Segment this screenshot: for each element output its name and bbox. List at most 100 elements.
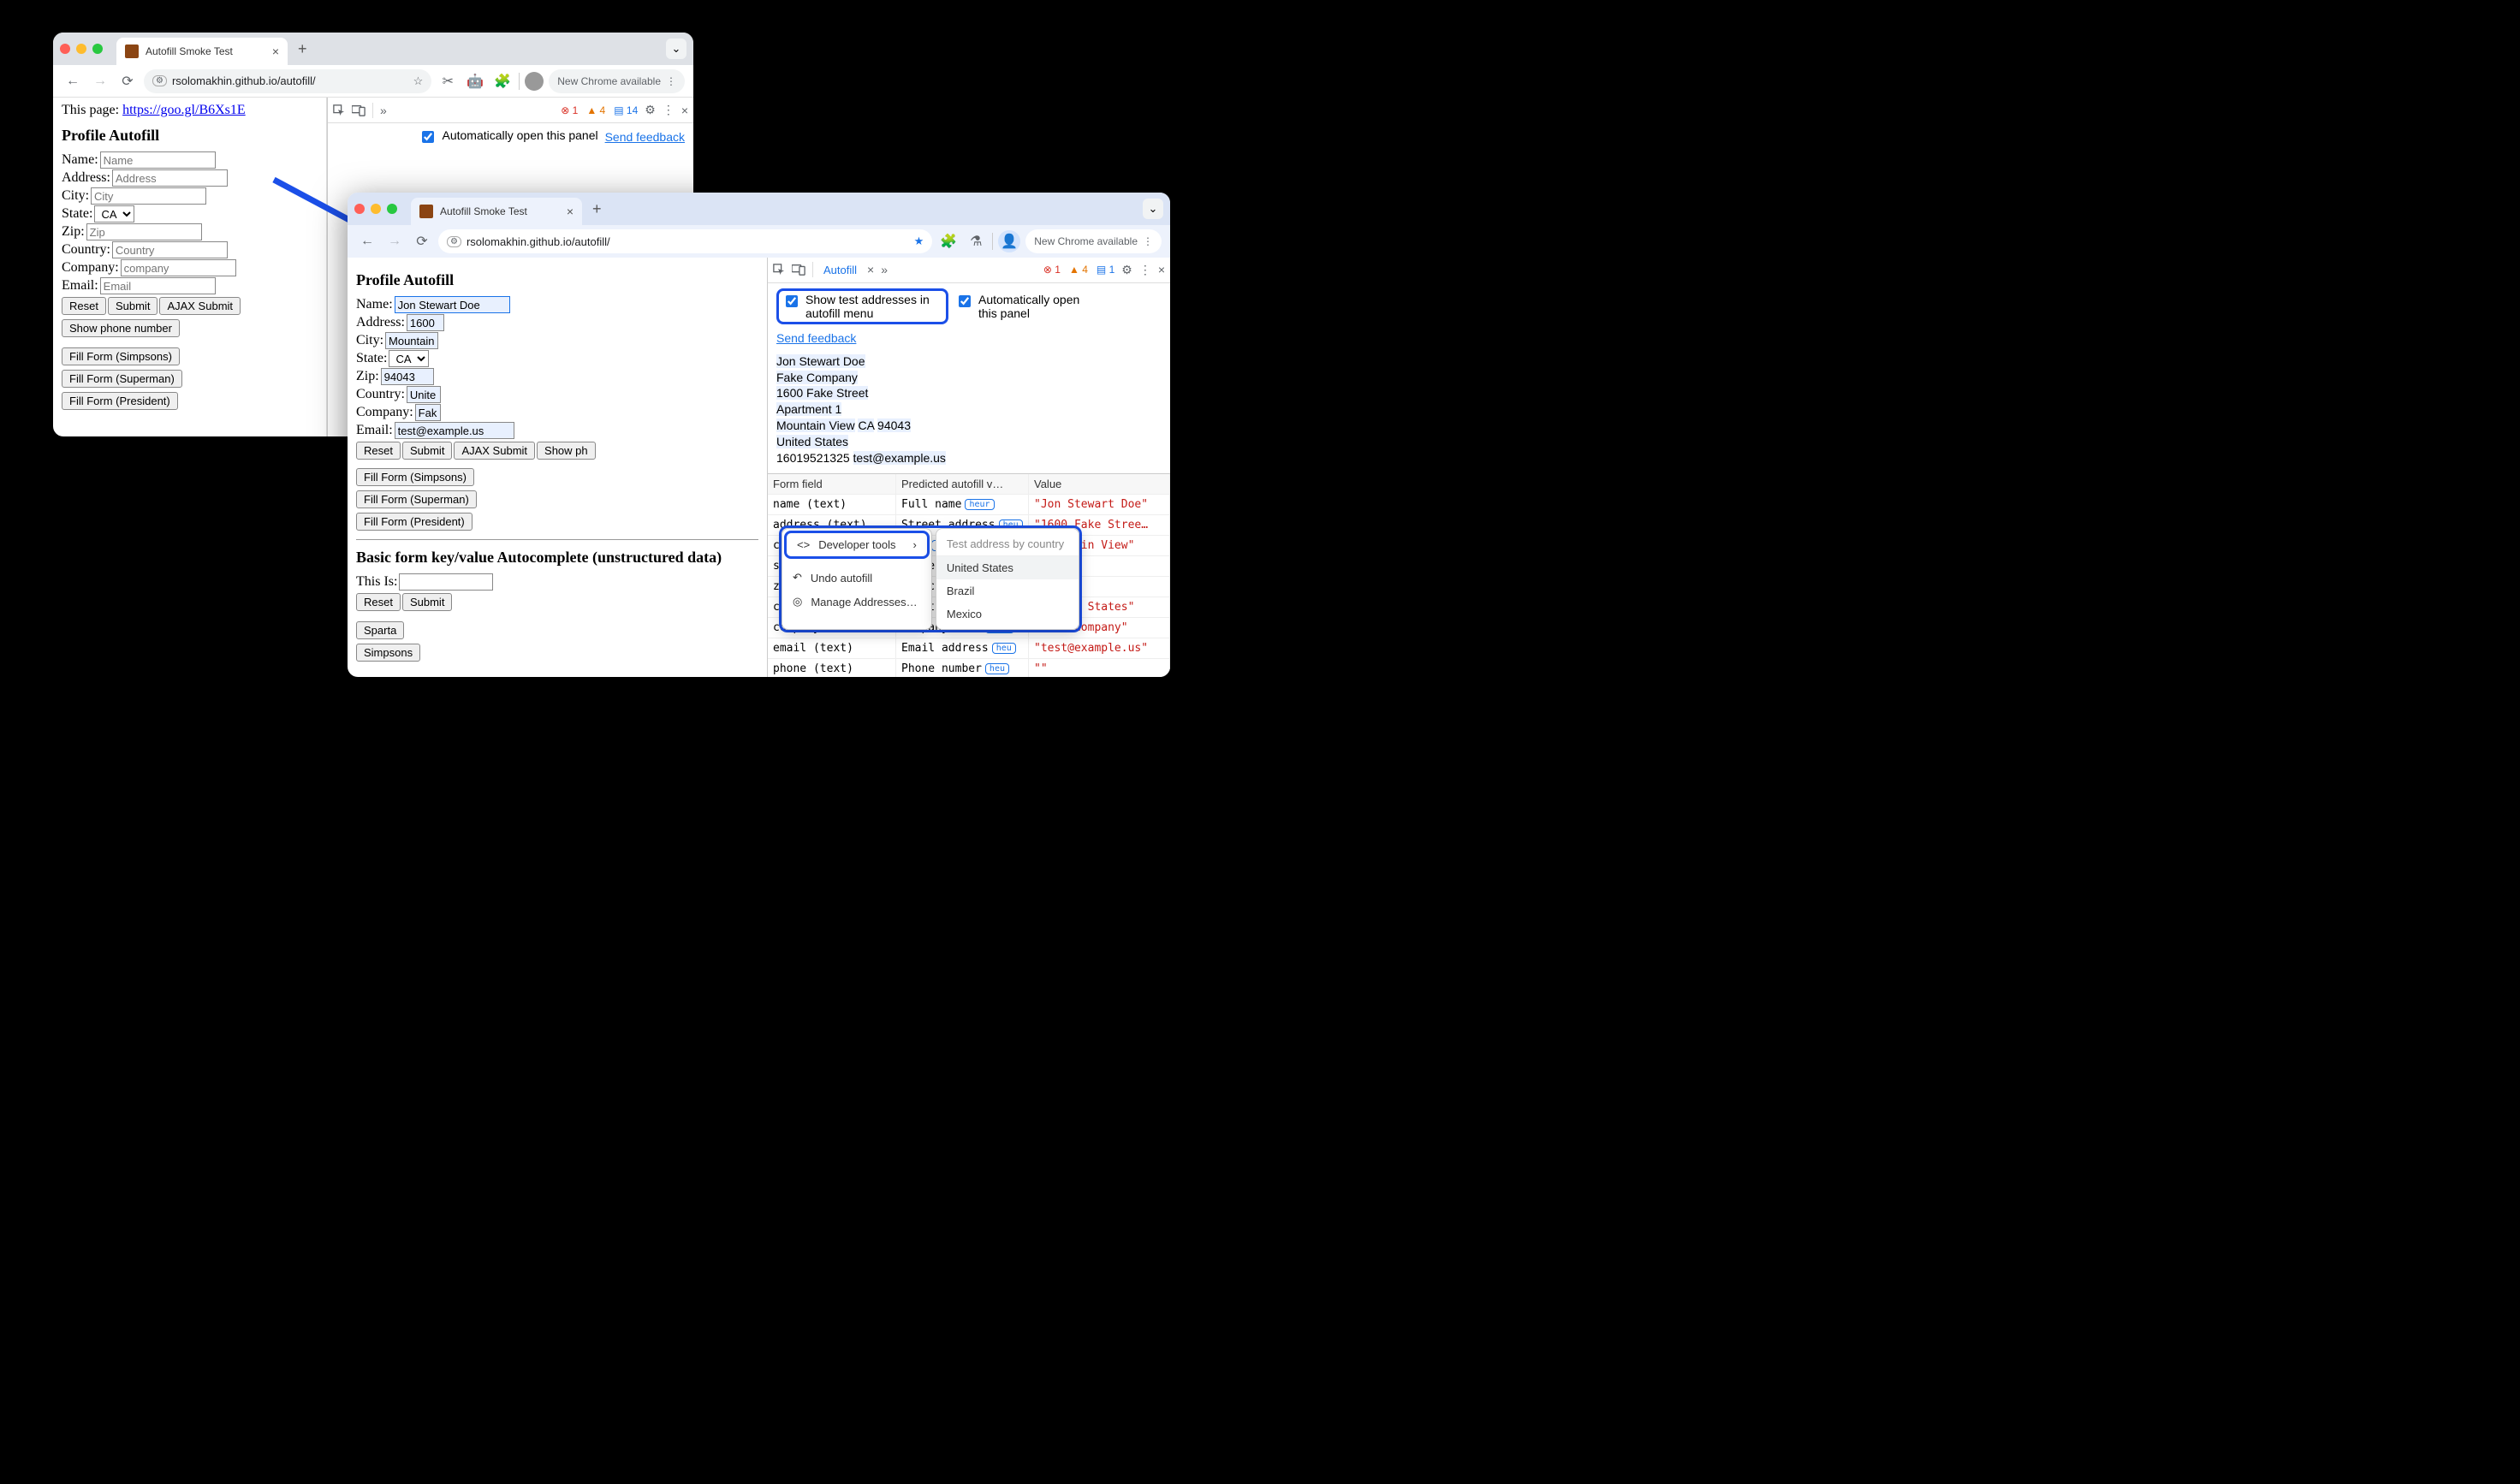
maximize-window-icon[interactable] xyxy=(92,44,103,54)
close-tab-icon[interactable]: × xyxy=(567,205,574,218)
inspect-element-icon[interactable] xyxy=(333,104,345,116)
device-toolbar-icon[interactable] xyxy=(792,264,805,276)
menu-manage-addresses[interactable]: ◎ Manage Addresses… xyxy=(782,590,931,614)
back-button[interactable]: ← xyxy=(62,70,84,92)
name-input[interactable] xyxy=(100,151,216,169)
more-tabs-icon[interactable]: » xyxy=(380,104,387,117)
reset-button[interactable]: Reset xyxy=(356,442,401,460)
sparta-button[interactable]: Sparta xyxy=(356,621,404,639)
address-input[interactable] xyxy=(407,314,444,331)
labs-icon[interactable]: ⚗ xyxy=(965,230,987,252)
new-tab-button[interactable]: + xyxy=(587,200,607,218)
fill-president-button[interactable]: Fill Form (President) xyxy=(62,392,178,410)
address-input[interactable] xyxy=(112,169,228,187)
show-phone-button[interactable]: Show ph xyxy=(537,442,596,460)
extensions-icon[interactable]: 🧩 xyxy=(491,70,514,92)
country-option-us[interactable]: United States xyxy=(936,556,1079,579)
update-chip[interactable]: New Chrome available ⋮ xyxy=(549,69,685,93)
state-select[interactable]: CA xyxy=(94,205,134,223)
reload-button[interactable]: ⟳ xyxy=(116,70,139,92)
forward-button[interactable]: → xyxy=(89,70,111,92)
email-input[interactable] xyxy=(100,277,216,294)
simpsons-button[interactable]: Simpsons xyxy=(356,644,420,662)
country-option-mexico[interactable]: Mexico xyxy=(936,603,1079,626)
name-input[interactable] xyxy=(395,296,510,313)
company-input[interactable] xyxy=(415,404,441,421)
minimize-window-icon[interactable] xyxy=(76,44,86,54)
browser-tab[interactable]: Autofill Smoke Test × xyxy=(116,38,288,65)
table-row[interactable]: phone (text)Phone number heu"" xyxy=(768,659,1170,677)
profile-avatar[interactable] xyxy=(525,72,544,91)
console-status[interactable]: ⊗ 1 ▲ 4 ▤ 14 xyxy=(561,104,638,116)
zip-input[interactable] xyxy=(381,368,434,385)
cut-icon[interactable]: ✂ xyxy=(437,70,459,92)
auto-open-checkbox[interactable] xyxy=(422,131,434,143)
robot-icon[interactable]: 🤖 xyxy=(464,70,486,92)
menu-undo-autofill[interactable]: ↶ Undo autofill xyxy=(782,566,931,590)
send-feedback-link[interactable]: Send feedback xyxy=(776,331,856,345)
show-test-addresses-checkbox[interactable] xyxy=(786,295,798,307)
forward-button[interactable]: → xyxy=(383,230,406,252)
console-status[interactable]: ⊗ 1 ▲ 4 ▤ 1 xyxy=(1043,264,1114,276)
zip-input[interactable] xyxy=(86,223,202,240)
fill-simpsons-button[interactable]: Fill Form (Simpsons) xyxy=(62,347,180,365)
extensions-icon[interactable]: 🧩 xyxy=(937,230,960,252)
close-devtools-icon[interactable]: × xyxy=(681,104,688,117)
ajax-submit-button[interactable]: AJAX Submit xyxy=(454,442,535,460)
devtools-tab-autofill[interactable]: Autofill xyxy=(820,264,860,276)
submit-button-2[interactable]: Submit xyxy=(402,593,452,611)
new-tab-button[interactable]: + xyxy=(293,40,312,58)
country-input[interactable] xyxy=(112,241,228,258)
inspect-element-icon[interactable] xyxy=(773,264,785,276)
devtools-menu-icon[interactable]: ⋮ xyxy=(663,103,675,117)
bookmark-icon[interactable]: ☆ xyxy=(413,74,424,88)
fill-superman-button[interactable]: Fill Form (Superman) xyxy=(62,370,182,388)
close-devtools-icon[interactable]: × xyxy=(1158,263,1165,276)
table-row[interactable]: name (text)Full name heur"Jon Stewart Do… xyxy=(768,495,1170,515)
country-option-brazil[interactable]: Brazil xyxy=(936,579,1079,603)
bookmark-icon[interactable]: ★ xyxy=(914,234,924,248)
back-button[interactable]: ← xyxy=(356,230,378,252)
company-input[interactable] xyxy=(121,259,236,276)
this-page-link[interactable]: https://goo.gl/B6Xs1E xyxy=(122,103,246,117)
settings-icon[interactable]: ⚙ xyxy=(1121,263,1132,277)
ajax-submit-button[interactable]: AJAX Submit xyxy=(159,297,241,315)
site-settings-icon[interactable]: ⚙ xyxy=(152,75,167,86)
reload-button[interactable]: ⟳ xyxy=(411,230,433,252)
address-bar[interactable]: ⚙ rsolomakhin.github.io/autofill/ ★ xyxy=(438,229,932,253)
email-input[interactable] xyxy=(395,422,514,439)
city-input[interactable] xyxy=(385,332,438,349)
city-input[interactable] xyxy=(91,187,206,205)
menu-developer-tools[interactable]: <> Developer tools › xyxy=(784,531,930,559)
send-feedback-link[interactable]: Send feedback xyxy=(605,130,685,144)
reset-button[interactable]: Reset xyxy=(62,297,106,315)
devtools-menu-icon[interactable]: ⋮ xyxy=(1139,263,1151,277)
fill-president-button[interactable]: Fill Form (President) xyxy=(356,513,472,531)
more-tabs-icon[interactable]: » xyxy=(881,263,888,276)
tab-search-button[interactable]: ⌄ xyxy=(666,39,686,59)
device-toolbar-icon[interactable] xyxy=(352,104,366,116)
close-window-icon[interactable] xyxy=(354,204,365,214)
close-panel-tab-icon[interactable]: × xyxy=(867,263,874,276)
maximize-window-icon[interactable] xyxy=(387,204,397,214)
this-is-input[interactable] xyxy=(399,573,493,591)
settings-icon[interactable]: ⚙ xyxy=(645,103,656,117)
close-window-icon[interactable] xyxy=(60,44,70,54)
submit-button[interactable]: Submit xyxy=(108,297,158,315)
show-phone-button[interactable]: Show phone number xyxy=(62,319,180,337)
address-bar[interactable]: ⚙ rsolomakhin.github.io/autofill/ ☆ xyxy=(144,69,431,93)
submit-button[interactable]: Submit xyxy=(402,442,452,460)
fill-simpsons-button[interactable]: Fill Form (Simpsons) xyxy=(356,468,474,486)
auto-open-checkbox[interactable] xyxy=(959,295,971,307)
site-settings-icon[interactable]: ⚙ xyxy=(447,236,461,247)
reset-button-2[interactable]: Reset xyxy=(356,593,401,611)
minimize-window-icon[interactable] xyxy=(371,204,381,214)
profile-avatar[interactable]: 👤 xyxy=(998,230,1020,252)
browser-tab[interactable]: Autofill Smoke Test × xyxy=(411,198,582,225)
state-select[interactable]: CA xyxy=(389,350,429,367)
table-row[interactable]: email (text)Email address heu"test@examp… xyxy=(768,638,1170,659)
close-tab-icon[interactable]: × xyxy=(272,45,279,58)
country-input[interactable] xyxy=(407,386,441,403)
update-chip[interactable]: New Chrome available ⋮ xyxy=(1025,229,1162,253)
fill-superman-button[interactable]: Fill Form (Superman) xyxy=(356,490,477,508)
